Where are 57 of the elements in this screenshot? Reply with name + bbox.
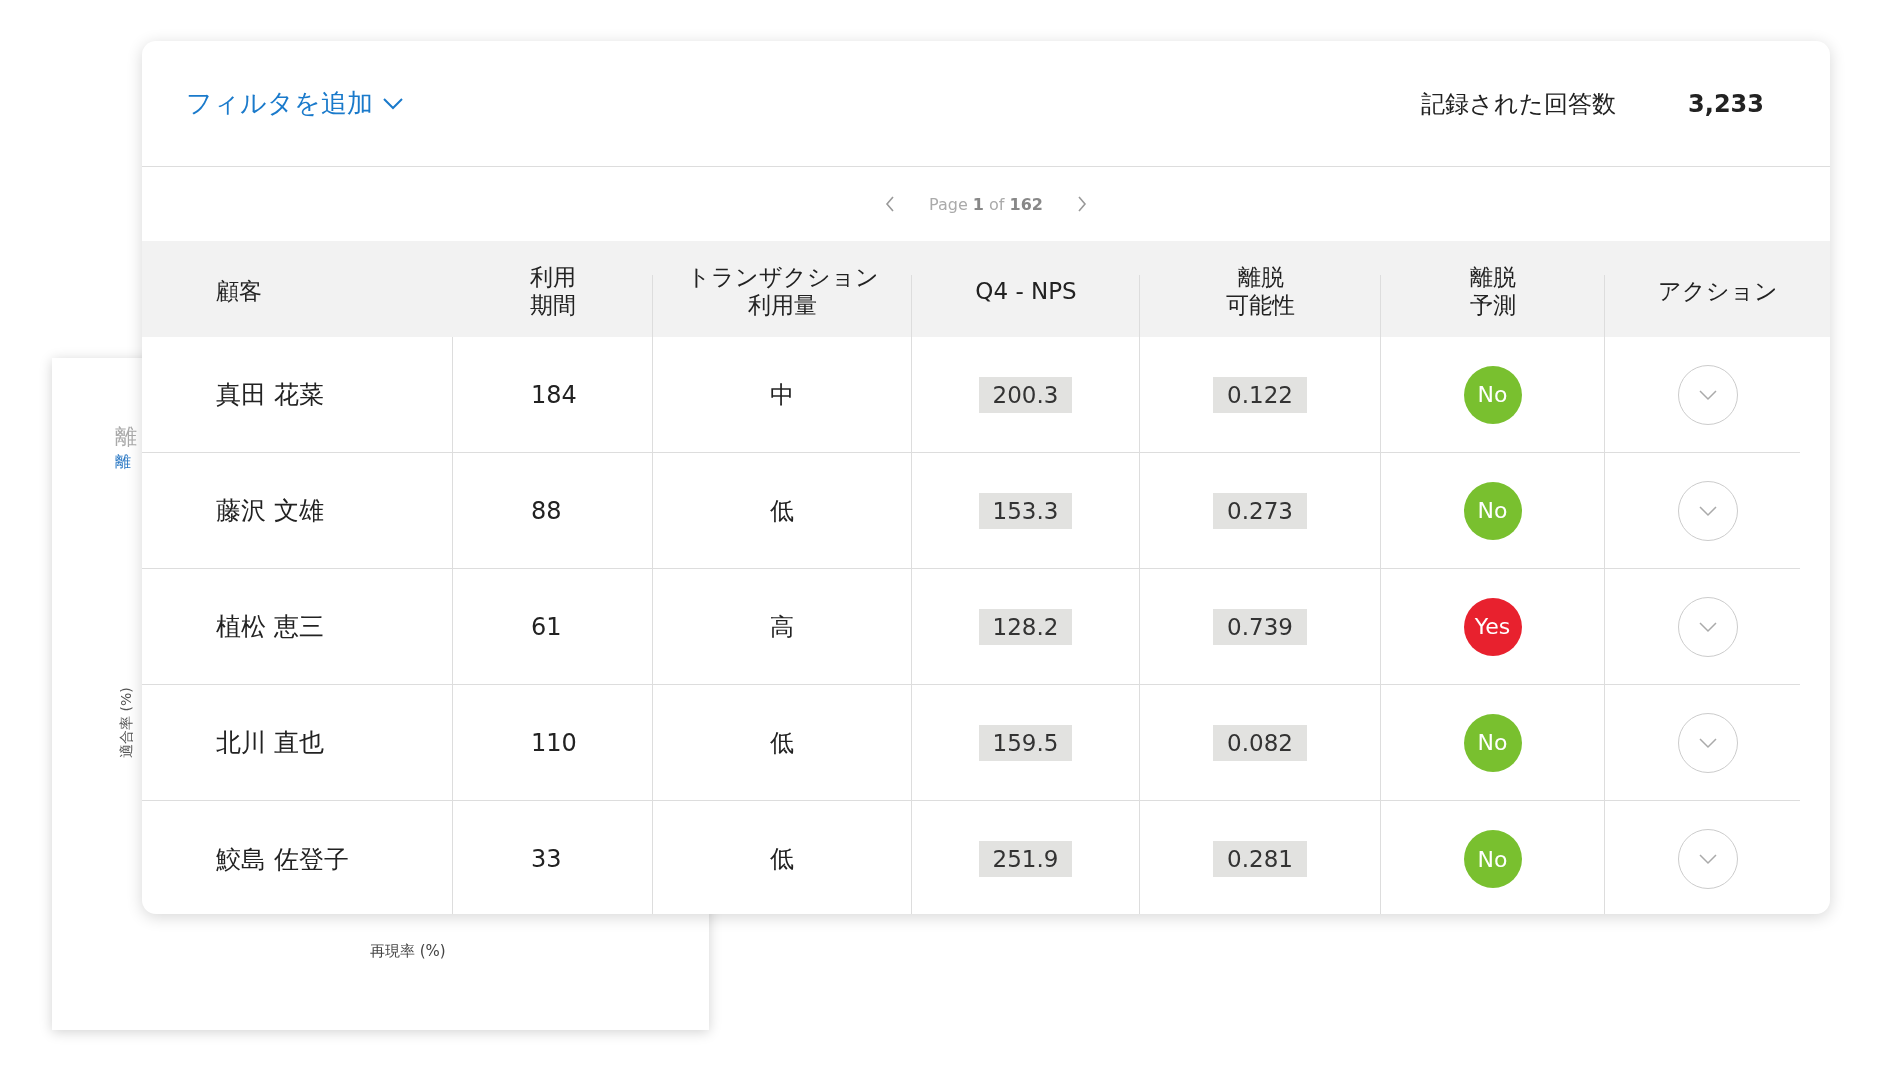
column-header: 利用量 xyxy=(748,292,817,320)
customer-name: 真田 花菜 xyxy=(216,379,324,411)
column-header: 利用 xyxy=(530,264,576,292)
x-axis-label: 再現率 (%) xyxy=(370,942,446,961)
nps-value: 200.3 xyxy=(978,376,1073,413)
tenure-value: 61 xyxy=(531,612,562,641)
tenure-value: 33 xyxy=(531,845,562,873)
churn-probability-value: 0.281 xyxy=(1213,841,1307,877)
tenure-value: 88 xyxy=(531,496,562,525)
nps-value: 251.9 xyxy=(978,841,1073,877)
chevron-down-icon xyxy=(1697,504,1718,517)
previous-page-icon[interactable] xyxy=(885,196,895,212)
chevron-down-icon xyxy=(1697,388,1718,401)
customer-name: 藤沢 文雄 xyxy=(216,495,324,527)
add-filter-link[interactable]: フィルタを追加 xyxy=(186,86,403,121)
prediction-badge: Yes xyxy=(1463,597,1522,656)
usage-value: 低 xyxy=(770,727,794,759)
churn-probability-value: 0.273 xyxy=(1213,492,1307,529)
churn-probability-value: 0.082 xyxy=(1213,724,1307,761)
column-header: 予測 xyxy=(1470,292,1516,320)
churn-probability-value: 0.739 xyxy=(1213,608,1307,645)
chevron-down-icon xyxy=(1697,736,1718,749)
column-header: 可能性 xyxy=(1226,292,1295,320)
page-indicator: Page 1 of 162 xyxy=(929,194,1043,214)
customer-name: 鮫島 佐登子 xyxy=(216,843,349,876)
chevron-down-icon xyxy=(1697,853,1718,865)
nps-value: 159.5 xyxy=(978,724,1073,761)
column-header: 期間 xyxy=(530,292,576,320)
churn-probability-value: 0.122 xyxy=(1213,376,1307,413)
responses-label: 記録された回答数 xyxy=(1421,88,1617,120)
column-header: Q4 - NPS xyxy=(975,278,1077,306)
customer-name: 植松 恵三 xyxy=(216,611,324,643)
prediction-badge: No xyxy=(1463,830,1522,888)
tenure-value: 184 xyxy=(531,380,577,409)
nps-value: 128.2 xyxy=(978,608,1073,645)
usage-value: 低 xyxy=(770,844,794,875)
next-page-icon[interactable] xyxy=(1077,196,1087,212)
chart-subtitle: 離 xyxy=(115,452,131,473)
nps-value: 153.3 xyxy=(978,492,1073,529)
responses-count: 3,233 xyxy=(1688,89,1764,118)
column-header: トランザクション xyxy=(686,264,879,292)
usage-value: 高 xyxy=(770,611,794,643)
y-axis-label: 適合率 (%) xyxy=(118,687,135,758)
usage-value: 低 xyxy=(770,495,794,527)
chevron-down-icon xyxy=(383,97,403,110)
tenure-value: 110 xyxy=(531,728,577,757)
column-header: 離脱 xyxy=(1237,264,1284,292)
prediction-badge: No xyxy=(1463,481,1522,540)
customer-name: 北川 直也 xyxy=(216,727,324,759)
chevron-down-icon xyxy=(1697,620,1718,633)
column-header: アクション xyxy=(1657,278,1778,306)
prediction-badge: No xyxy=(1463,713,1522,772)
column-header: 離脱 xyxy=(1470,264,1516,292)
column-header: 顧客 xyxy=(216,278,262,306)
prediction-badge: No xyxy=(1463,365,1522,424)
usage-value: 中 xyxy=(770,379,794,411)
chart-title: 離 xyxy=(115,423,137,451)
